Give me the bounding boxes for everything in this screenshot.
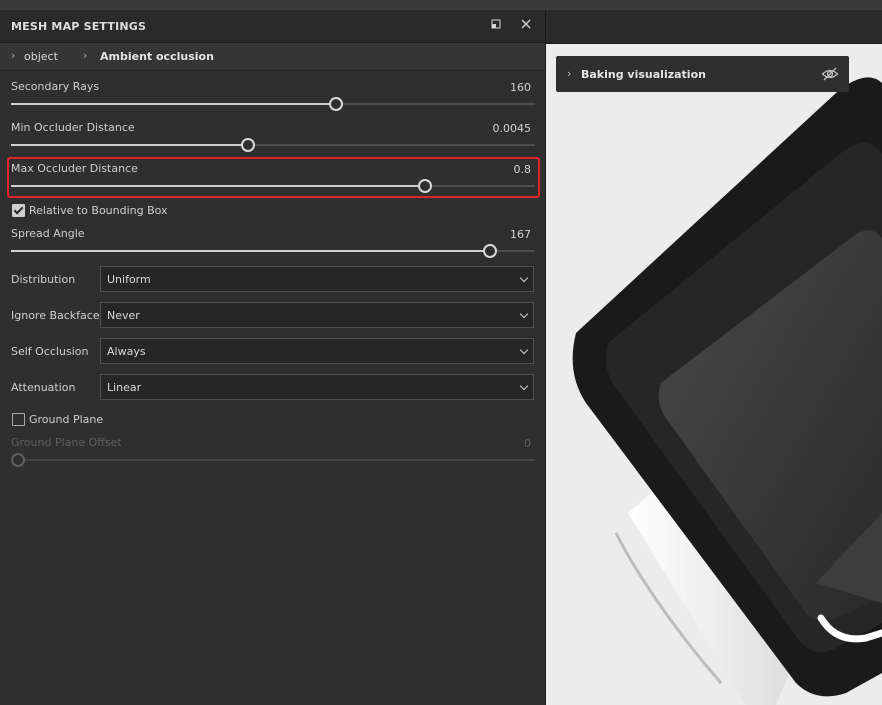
chevron-down-icon xyxy=(519,345,529,355)
slider-handle[interactable] xyxy=(417,179,432,193)
panel-title: MESH MAP SETTINGS xyxy=(11,20,147,33)
baking-visualization-label: Baking visualization xyxy=(581,68,706,81)
breadcrumb-object[interactable]: object xyxy=(24,50,58,63)
max-occluder-label: Max Occluder Distance xyxy=(11,162,138,175)
viewport-header xyxy=(546,10,882,44)
ground-offset-row: Ground Plane Offset 0 xyxy=(0,436,545,467)
chevron-right-icon: › xyxy=(83,49,88,62)
slider-handle[interactable] xyxy=(328,97,343,111)
spread-angle-row: Spread Angle 167 xyxy=(0,227,545,258)
min-occluder-value: 0.0045 xyxy=(492,122,532,135)
attenuation-dropdown[interactable]: Linear xyxy=(100,374,534,400)
self-occlusion-value: Always xyxy=(107,345,146,358)
relative-bbox-row: Relative to Bounding Box xyxy=(0,204,545,220)
eye-off-icon[interactable] xyxy=(821,66,839,82)
attenuation-row: Attenuation Linear xyxy=(0,374,545,400)
slider-handle[interactable] xyxy=(240,138,255,152)
slider-fill xyxy=(11,103,336,105)
secondary-rays-label: Secondary Rays xyxy=(11,80,100,93)
spread-angle-label: Spread Angle xyxy=(11,227,85,240)
top-strip xyxy=(0,0,882,10)
chevron-right-icon: › xyxy=(567,67,572,80)
slider-fill xyxy=(11,185,425,187)
baking-visualization-bar[interactable]: › Baking visualization xyxy=(556,56,849,92)
attenuation-label: Attenuation xyxy=(11,381,76,394)
mesh-map-settings-panel: MESH MAP SETTINGS › object › Ambient occ… xyxy=(0,10,546,705)
mesh-preview xyxy=(572,77,882,705)
min-occluder-slider[interactable] xyxy=(11,138,535,152)
relative-bbox-label: Relative to Bounding Box xyxy=(29,204,168,217)
distribution-label: Distribution xyxy=(11,273,76,286)
ground-offset-slider xyxy=(11,453,535,467)
self-occlusion-row: Self Occlusion Always xyxy=(0,338,545,364)
ground-offset-label: Ground Plane Offset xyxy=(11,436,122,449)
slider-handle xyxy=(11,453,25,467)
slider-handle[interactable] xyxy=(483,244,498,258)
relative-bbox-checkbox[interactable] xyxy=(12,204,25,217)
ground-plane-row: Ground Plane xyxy=(0,413,545,429)
attenuation-value: Linear xyxy=(107,381,142,394)
chevron-down-icon xyxy=(519,273,529,283)
min-occluder-label: Min Occluder Distance xyxy=(11,121,135,134)
self-occlusion-label: Self Occlusion xyxy=(11,345,89,358)
max-occluder-value: 0.8 xyxy=(513,163,532,176)
distribution-dropdown[interactable]: Uniform xyxy=(100,266,534,292)
chevron-down-icon xyxy=(519,381,529,391)
spread-angle-value: 167 xyxy=(510,228,531,241)
spread-angle-slider[interactable] xyxy=(11,244,535,258)
min-occluder-row: Min Occluder Distance 0.0045 xyxy=(0,121,545,152)
ignore-backface-dropdown[interactable]: Never xyxy=(100,302,534,328)
ground-plane-checkbox[interactable] xyxy=(12,413,25,426)
distribution-row: Distribution Uniform xyxy=(0,266,545,292)
chevron-right-icon: › xyxy=(11,49,16,62)
chevron-down-icon xyxy=(519,309,529,319)
breadcrumb: › object › Ambient occlusion xyxy=(0,43,545,71)
secondary-rays-row: Secondary Rays 160 xyxy=(0,80,545,111)
close-icon[interactable] xyxy=(516,16,536,36)
ground-offset-value: 0 xyxy=(524,437,531,450)
breadcrumb-ambient-occlusion[interactable]: Ambient occlusion xyxy=(100,50,214,63)
slider-fill xyxy=(11,144,248,146)
max-occluder-row: Max Occluder Distance 0.8 xyxy=(0,162,545,193)
self-occlusion-dropdown[interactable]: Always xyxy=(100,338,534,364)
ignore-backface-row: Ignore Backface Never xyxy=(0,302,545,328)
secondary-rays-slider[interactable] xyxy=(11,97,535,111)
undock-icon[interactable] xyxy=(486,16,506,36)
ground-plane-label: Ground Plane xyxy=(29,413,104,426)
ignore-backface-value: Never xyxy=(107,309,140,322)
slider-fill xyxy=(11,250,491,252)
3d-viewport[interactable]: › Baking visualization xyxy=(546,10,882,705)
ignore-backface-label: Ignore Backface xyxy=(11,309,100,322)
secondary-rays-value: 160 xyxy=(510,81,531,94)
distribution-value: Uniform xyxy=(107,273,151,286)
panel-title-bar: MESH MAP SETTINGS xyxy=(0,10,545,43)
max-occluder-slider[interactable] xyxy=(11,179,535,193)
